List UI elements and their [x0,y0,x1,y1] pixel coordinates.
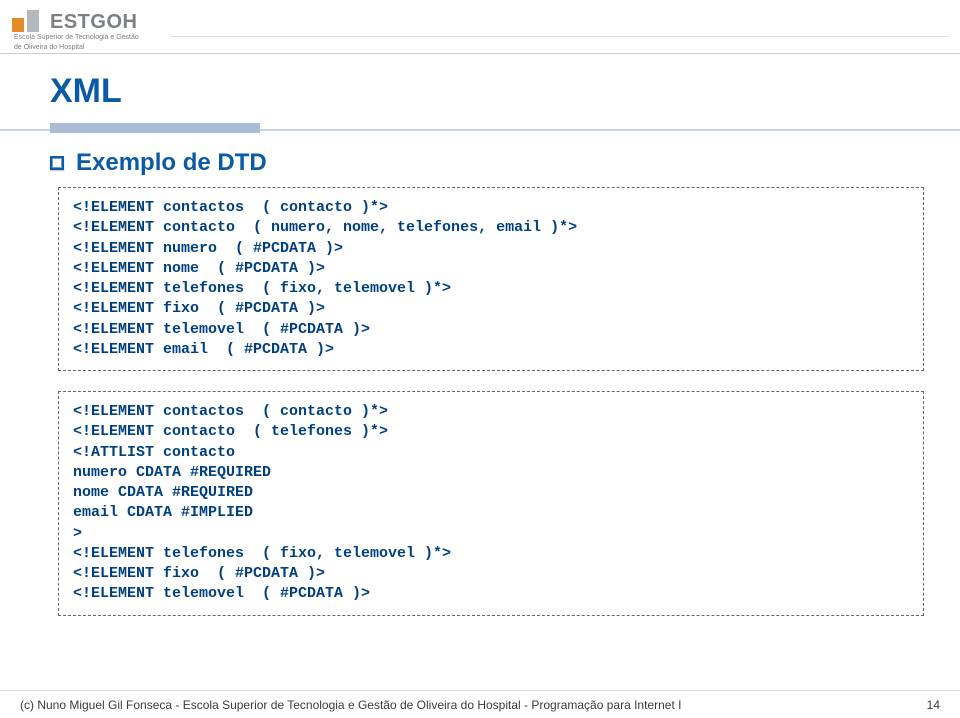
logo-text: ESTGOH [50,12,137,32]
logo-subtext-1: Escola Superior de Tecnologia e Gestão [14,34,139,42]
page-title: XML [50,72,932,111]
header: ESTGOH Escola Superior de Tecnologia e G… [0,0,960,54]
code-box-2: <!ELEMENT contactos ( contacto )*> <!ELE… [58,391,924,616]
bullet-icon [50,156,64,170]
logo-mark-icon [12,6,46,32]
title-underline [0,129,960,131]
code-box-1: <!ELEMENT contactos ( contacto )*> <!ELE… [58,187,924,371]
logo: ESTGOH Escola Superior de Tecnologia e G… [12,6,139,51]
footer: (c) Nuno Miguel Gil Fonseca - Escola Sup… [0,690,960,718]
section-heading-row: Exemplo de DTD [50,149,932,177]
code-block-2: <!ELEMENT contactos ( contacto )*> <!ELE… [73,402,909,605]
section-heading: Exemplo de DTD [76,149,267,177]
logo-subtext-2: de Oliveira do Hospital [14,44,139,52]
footer-left: (c) Nuno Miguel Gil Fonseca - Escola Sup… [20,698,681,712]
page-number: 14 [927,698,940,712]
code-block-1: <!ELEMENT contactos ( contacto )*> <!ELE… [73,198,909,360]
